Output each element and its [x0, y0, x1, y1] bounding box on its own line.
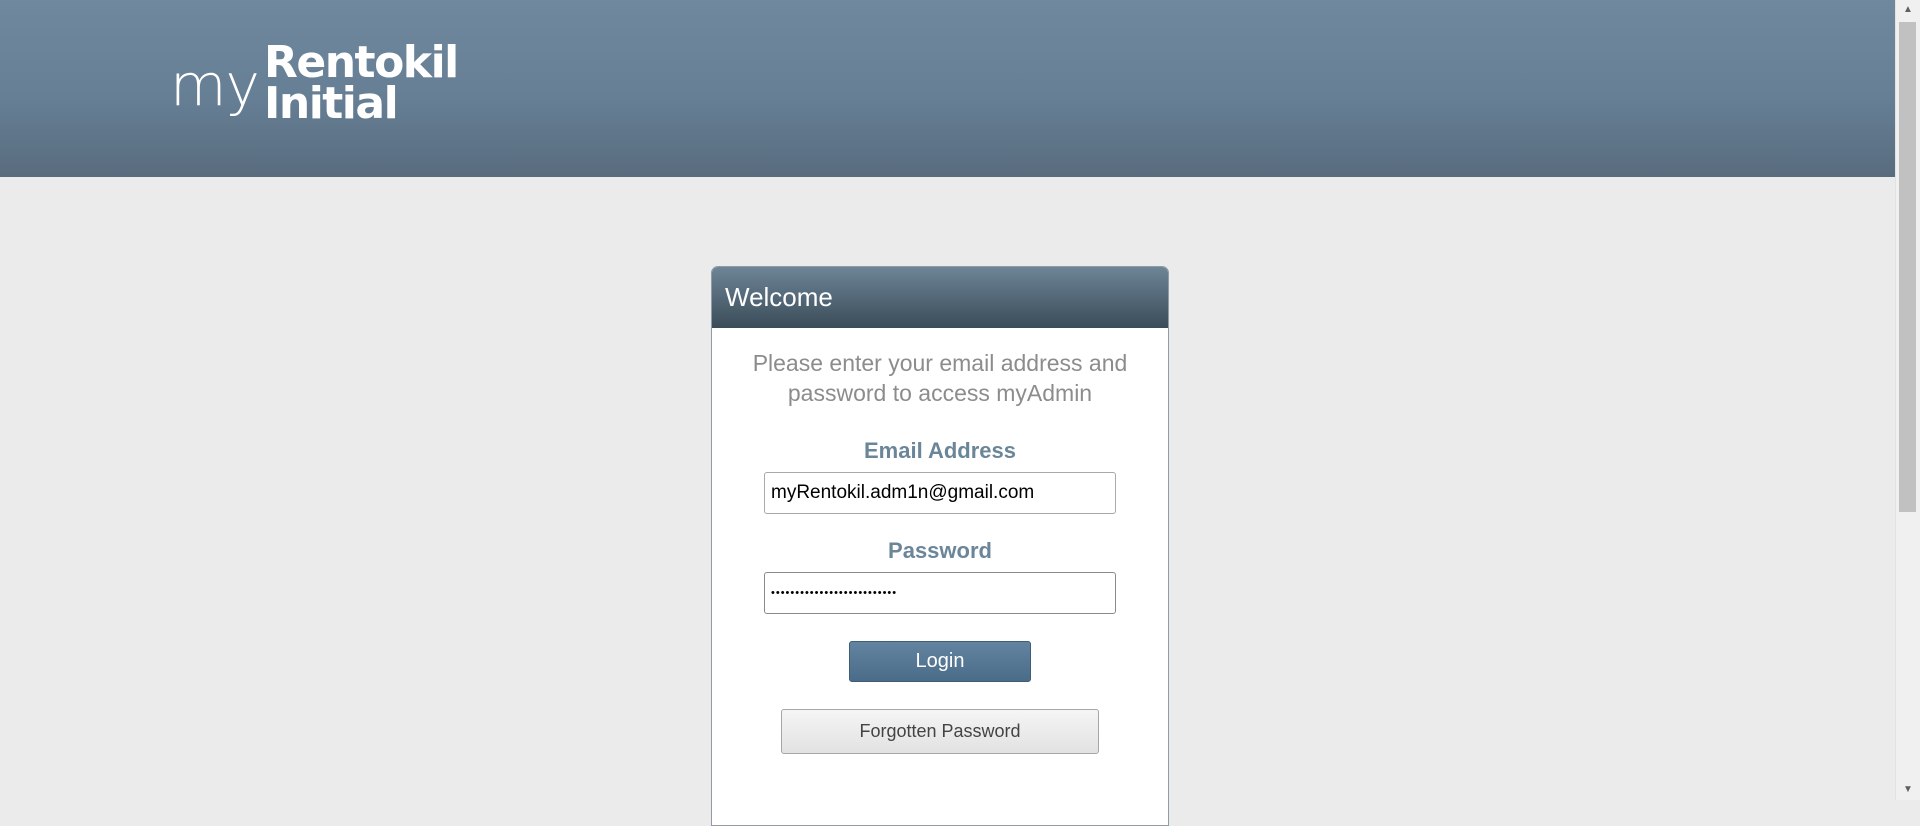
logo-brand: Rentokil Initial — [264, 37, 459, 129]
logo-prefix: my — [170, 51, 260, 119]
forgotten-password-button[interactable]: Forgotten Password — [781, 709, 1099, 754]
password-field[interactable] — [764, 572, 1116, 614]
scroll-up-arrow-icon[interactable]: ▲ — [1896, 0, 1920, 20]
login-instructions: Please enter your email address and pass… — [752, 350, 1128, 406]
scrollbar-thumb[interactable] — [1899, 22, 1916, 512]
password-label: Password — [888, 538, 992, 563]
vertical-scrollbar[interactable]: ▲ ▼ — [1895, 0, 1920, 800]
login-button[interactable]: Login — [849, 641, 1031, 682]
scroll-down-arrow-icon[interactable]: ▼ — [1896, 780, 1920, 800]
logo-line-1: Rentokil — [264, 37, 459, 88]
panel-title: Welcome — [712, 267, 1168, 328]
email-label: Email Address — [863, 438, 1017, 463]
login-panel: Welcome Please enter your email address … — [711, 266, 1169, 826]
logo-line-2: Initial — [264, 78, 399, 129]
site-header: my Rentokil Initial — [0, 0, 1895, 177]
email-field[interactable] — [764, 472, 1116, 514]
